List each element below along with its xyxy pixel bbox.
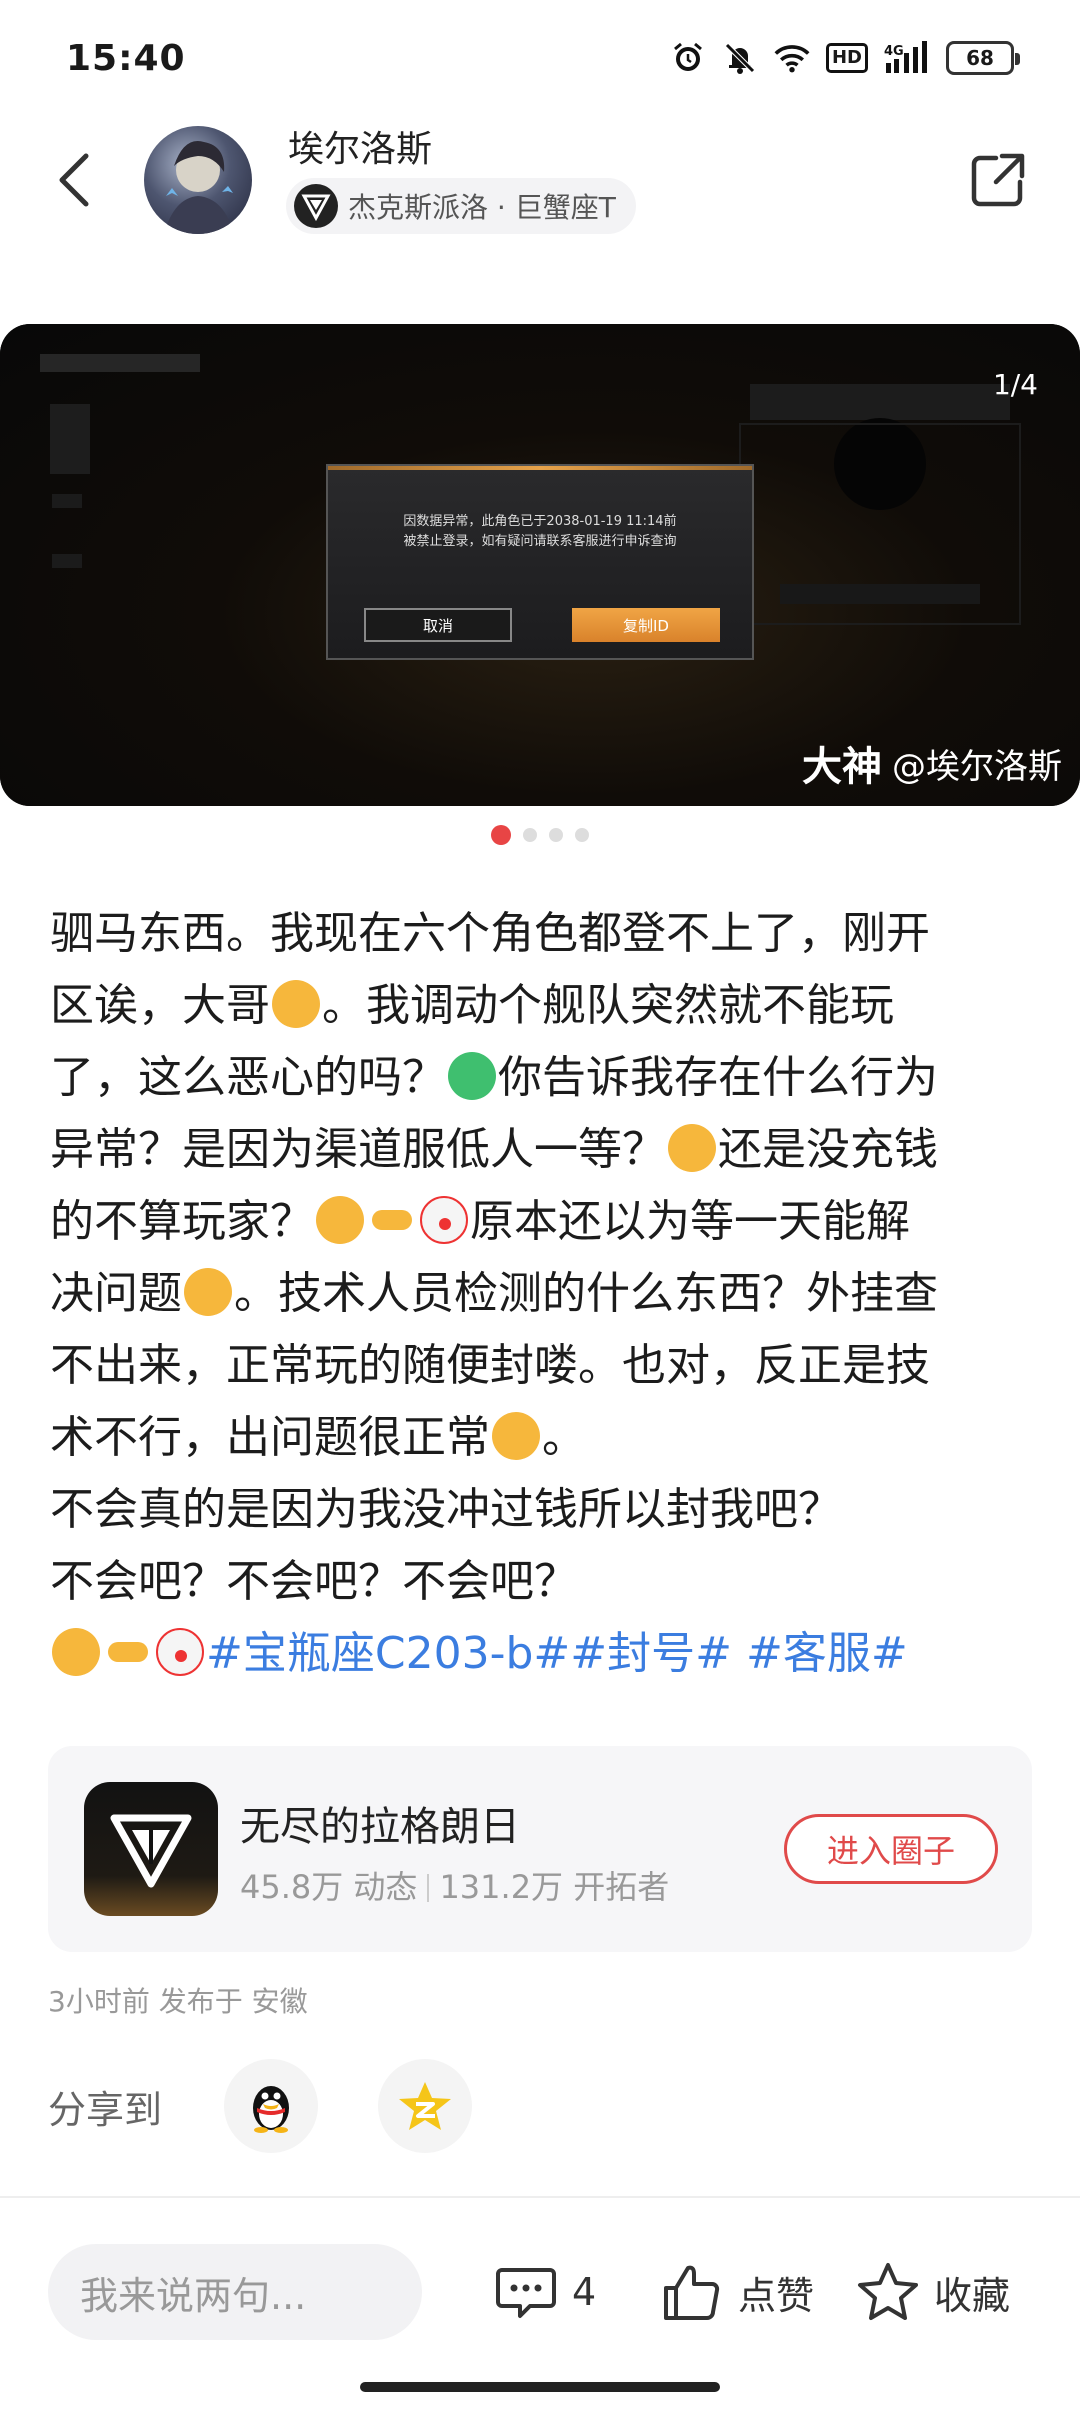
- avatar[interactable]: [144, 126, 252, 234]
- page-dot[interactable]: [523, 828, 537, 842]
- svg-text:4G: 4G: [884, 44, 904, 59]
- post-line: 不会真的是因为我没冲过钱所以封我吧？: [50, 1484, 842, 1535]
- author-game-chip[interactable]: 杰克斯派洛 · 巨蟹座T: [286, 178, 636, 234]
- image-counter: 1/4: [992, 368, 1038, 401]
- alarm-icon: [670, 40, 706, 76]
- thumbs-up-icon: [664, 2265, 720, 2320]
- comment-icon: [496, 2268, 556, 2318]
- pointing-right-emoji: [368, 1196, 416, 1244]
- ban-notice-line1: 因数据异常，此角色已于2038-01-19 11:14前: [403, 514, 677, 529]
- post-line: 区诶，大哥 。我调动个舰队突然就不能玩: [50, 980, 894, 1031]
- comment-button[interactable]: 4: [494, 2254, 596, 2330]
- enter-circle-button[interactable]: 进入圈子: [784, 1814, 998, 1884]
- circle-post-count: 45.8万 动态: [240, 1868, 418, 1906]
- post-line: 决问题 。技术人员检测的什么东西？外挂查: [50, 1268, 938, 1319]
- stats-divider: [427, 1874, 430, 1902]
- post-header: 埃尔洛斯 杰克斯派洛 · 巨蟹座T: [0, 120, 1080, 240]
- chevron-left-icon: [59, 153, 89, 207]
- clown-face-emoji: [156, 1628, 204, 1676]
- wifi-icon: [774, 40, 810, 76]
- favorite-label: 收藏: [934, 2273, 1011, 2318]
- hugging-face-emoji: [52, 1628, 100, 1676]
- watermark-brand: 大神: [802, 743, 882, 790]
- clown-face-emoji: [420, 1196, 468, 1244]
- share-icon: [971, 153, 1025, 207]
- home-indicator[interactable]: [360, 2382, 720, 2392]
- page-dot-active[interactable]: [491, 825, 511, 845]
- image-watermark: 大神 @埃尔洛斯: [802, 734, 1062, 792]
- qzone-star-icon: [399, 2082, 452, 2130]
- mute-icon: [722, 40, 758, 76]
- page-dot[interactable]: [575, 828, 589, 842]
- hugging-face-emoji: [492, 1412, 540, 1460]
- share-label: 分享到: [48, 2087, 163, 2132]
- post-meta: 3小时前 发布于 安徽: [48, 1985, 308, 2018]
- share-row: 分享到: [48, 2058, 1032, 2154]
- dialog-accent: [328, 466, 752, 470]
- post-body: 驷马东西。我现在六个角色都登不上了，刚开 区诶，大哥 。我调动个舰队突然就不能玩 …: [50, 898, 1034, 1690]
- game-logo-icon: [294, 184, 338, 228]
- comment-input[interactable]: 我来说两句...: [48, 2244, 422, 2340]
- back-button[interactable]: [44, 148, 104, 212]
- post-line: 不会吧？不会吧？不会吧？: [50, 1556, 578, 1607]
- bottom-action-bar: 我来说两句... 4 点赞 收藏: [0, 2198, 1080, 2412]
- share-qzone-button[interactable]: [378, 2059, 473, 2153]
- game-circle-icon: [84, 1782, 218, 1916]
- post-line: 术不行，出问题很正常。: [50, 1412, 586, 1463]
- qq-penguin-icon: [253, 2086, 290, 2133]
- star-outline-icon: [858, 2263, 918, 2320]
- dialog-copy-id-button: 复制ID: [572, 608, 720, 642]
- circle-member-count: 131.2万 开拓者: [439, 1868, 670, 1906]
- dialog-cancel-button: 取消: [364, 608, 512, 642]
- nauseated-face-emoji: [448, 1052, 496, 1100]
- ban-notice-line2: 被禁止登录，如有疑问请联系客服进行申诉查询: [403, 534, 677, 549]
- like-label: 点赞: [738, 2273, 815, 2318]
- battery-icon: 68: [946, 41, 1020, 75]
- carousel-pagination: [0, 825, 1080, 845]
- author-subtitle: 杰克斯派洛 · 巨蟹座T: [348, 191, 616, 224]
- comment-count: 4: [572, 2270, 597, 2314]
- game-circle-name: 无尽的拉格朗日: [240, 1804, 520, 1850]
- post-line: 了，这么恶心的吗？ 你告诉我存在什么行为: [50, 1052, 938, 1103]
- smirk-face-emoji: [184, 1268, 232, 1316]
- yum-face-emoji: [316, 1196, 364, 1244]
- post-line: 不出来，正常玩的随便封喽。也对，反正是技: [50, 1340, 930, 1391]
- post-line: 驷马东西。我现在六个角色都登不上了，刚开: [50, 908, 930, 959]
- game-circle-card[interactable]: 无尽的拉格朗日 45.8万 动态 131.2万 开拓者 进入圈子: [48, 1746, 1032, 1952]
- ban-notice-dialog: 因数据异常，此角色已于2038-01-19 11:14前 被禁止登录，如有疑问请…: [326, 464, 754, 660]
- game-circle-stats: 45.8万 动态 131.2万 开拓者: [240, 1862, 669, 1908]
- status-icons: HD 4G 68: [670, 40, 1020, 76]
- hd-icon: HD: [825, 43, 868, 73]
- status-bar: 15:40 HD 4G 68: [0, 0, 1080, 120]
- like-button[interactable]: 点赞: [660, 2254, 814, 2330]
- pointing-right-emoji: [104, 1628, 152, 1676]
- favorite-button[interactable]: 收藏: [856, 2254, 1010, 2330]
- ban-notice-message: 因数据异常，此角色已于2038-01-19 11:14前 被禁止登录，如有疑问请…: [328, 512, 752, 552]
- share-qq-button[interactable]: [224, 2059, 319, 2153]
- post-hashtags[interactable]: #宝瓶座C203-b##封号# #客服#: [206, 1628, 908, 1679]
- status-time: 15:40: [66, 38, 186, 79]
- watermark-handle: @埃尔洛斯: [892, 746, 1062, 787]
- image-carousel[interactable]: 1/4 因数据异常，此角色已于2038-01-19 11:14前 被禁止登录，如…: [0, 324, 1080, 806]
- post-line: #宝瓶座C203-b##封号# #客服#: [50, 1618, 1034, 1690]
- thinking-face-emoji: [668, 1124, 716, 1172]
- post-line: 的不算玩家？ 原本还以为等一天能解: [50, 1196, 910, 1247]
- post-line: 异常？是因为渠道服低人一等？ 还是没充钱: [50, 1124, 938, 1175]
- share-button[interactable]: [968, 150, 1028, 210]
- author-name[interactable]: 埃尔洛斯: [288, 120, 432, 172]
- page-dot[interactable]: [549, 828, 563, 842]
- signal-icon: 4G: [884, 40, 930, 76]
- worried-face-emoji: [272, 980, 320, 1028]
